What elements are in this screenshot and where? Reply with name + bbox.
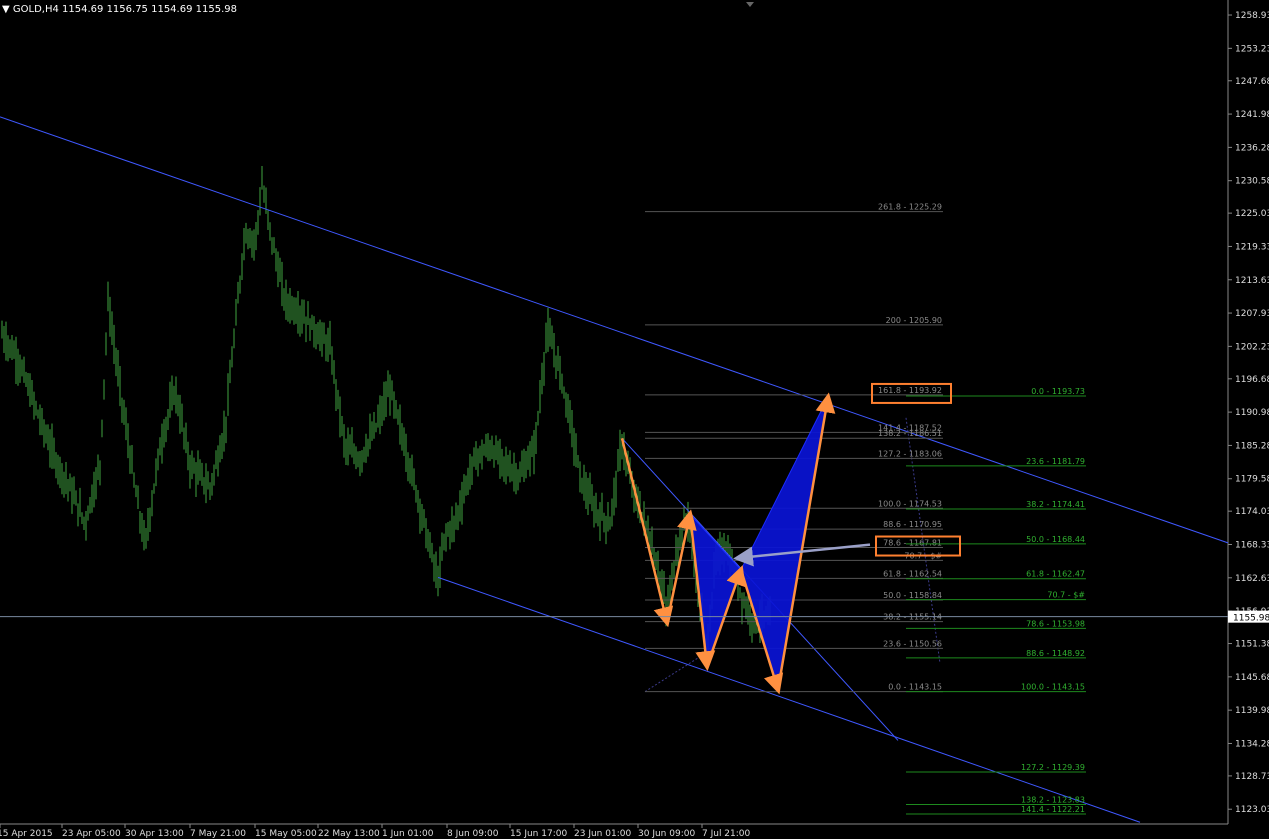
fib-left-label: 127.2 - 1183.06 — [878, 449, 942, 458]
x-tick-label: 15 Apr 2015 — [0, 829, 53, 839]
y-tick-label: 1168.33 — [1235, 540, 1269, 550]
y-tick-label: 1219.33 — [1235, 242, 1269, 252]
x-tick-label: 23 Apr 05:00 — [62, 829, 121, 839]
fib-left-label: 138.2 - 1186.51 — [878, 429, 942, 438]
y-tick-label: 1253.23 — [1235, 44, 1269, 54]
y-tick-label: 1213.63 — [1235, 276, 1269, 286]
fib-left-label: 0.0 - 1143.15 — [888, 683, 942, 692]
y-tick-label: 1123.03 — [1235, 805, 1269, 815]
y-tick-label: 1225.03 — [1235, 209, 1269, 219]
fib-anchor-line — [644, 651, 709, 693]
y-tick-label: 1202.23 — [1235, 342, 1269, 352]
y-tick-label: 1134.28 — [1235, 739, 1269, 749]
fib-right-label: 61.8 - 1162.47 — [1026, 570, 1085, 579]
fib-left-label: 161.8 - 1193.92 — [878, 386, 942, 395]
fib-right-label: 141.4 - 1122.21 — [1021, 805, 1085, 814]
fib-right-label: 50.0 - 1168.44 — [1026, 535, 1085, 544]
y-tick-label: 1145.68 — [1235, 673, 1269, 683]
fib-left-label: 23.6 - 1150.56 — [883, 639, 942, 648]
fib-right-label: 38.2 - 1174.41 — [1026, 500, 1085, 509]
fib-left-label: 261.8 - 1225.29 — [878, 203, 942, 212]
price-chart[interactable]: 1258.93 1253.23 1247.68 1241.98 1236.28 1230.… — [0, 0, 1269, 839]
fib-right-label: 127.2 - 1129.39 — [1021, 763, 1085, 772]
fib-left-label: 61.8 - 1162.54 — [883, 569, 942, 578]
y-tick-label: 1151.38 — [1235, 640, 1269, 650]
x-tick-label: 30 Apr 13:00 — [125, 829, 184, 839]
fib-left-label: 200 - 1205.90 — [886, 316, 942, 325]
fib-left-label: 78.6 - 1167.81 — [883, 539, 942, 548]
y-tick-label: 1230.58 — [1235, 177, 1269, 187]
x-tick-label: 23 Jun 01:00 — [574, 829, 631, 839]
x-tick-label: 1 Jun 01:00 — [382, 829, 434, 839]
x-tick-label: 7 Jul 21:00 — [702, 829, 751, 839]
current-price-label: 1155.98 — [1233, 614, 1269, 624]
y-tick-label: 1179.58 — [1235, 475, 1269, 485]
y-tick-label: 1258.93 — [1235, 11, 1269, 21]
y-tick-label: 1247.68 — [1235, 77, 1269, 87]
y-tick-label: 1162.63 — [1235, 574, 1269, 584]
fib-right-label: 100.0 - 1143.15 — [1021, 683, 1085, 692]
fib-right-label: 0.0 - 1193.73 — [1031, 387, 1085, 396]
y-tick-label: 1185.28 — [1235, 441, 1269, 451]
y-tick-label: 1207.93 — [1235, 309, 1269, 319]
fib-left-label: 50.0 - 1158.84 — [883, 591, 942, 600]
fib-right-label: 23.6 - 1181.79 — [1026, 457, 1085, 466]
pattern-arrow[interactable] — [620, 438, 674, 628]
y-tick-label: 1128.73 — [1235, 772, 1269, 782]
pattern-arrow[interactable] — [665, 509, 697, 623]
fib-right-label: 70.7 - $# — [1047, 591, 1085, 600]
y-tick-label: 1196.68 — [1235, 375, 1269, 385]
fib-right-label: 78.6 - 1153.98 — [1026, 619, 1085, 628]
fib-right-label: 138.2 - 1123.83 — [1021, 796, 1085, 805]
fib-left-label: 88.6 - 1170.95 — [883, 520, 942, 529]
x-tick-label: 15 Jun 17:00 — [510, 829, 567, 839]
y-tick-label: 1236.28 — [1235, 143, 1269, 153]
x-tick-label: 7 May 21:00 — [190, 829, 246, 839]
fib-right-label: 88.6 - 1148.92 — [1026, 649, 1085, 658]
y-tick-label: 1241.98 — [1235, 110, 1269, 120]
x-tick-label: 22 May 13:00 — [318, 829, 380, 839]
fib-left-label: 100.0 - 1174.53 — [878, 499, 942, 508]
x-tick-label: 30 Jun 09:00 — [638, 829, 695, 839]
y-tick-label: 1190.98 — [1235, 408, 1269, 418]
y-tick-label: 1174.03 — [1235, 507, 1269, 517]
x-tick-label: 8 Jun 09:00 — [447, 829, 499, 839]
y-tick-label: 1139.98 — [1235, 706, 1269, 716]
x-tick-label: 15 May 05:00 — [255, 829, 317, 839]
